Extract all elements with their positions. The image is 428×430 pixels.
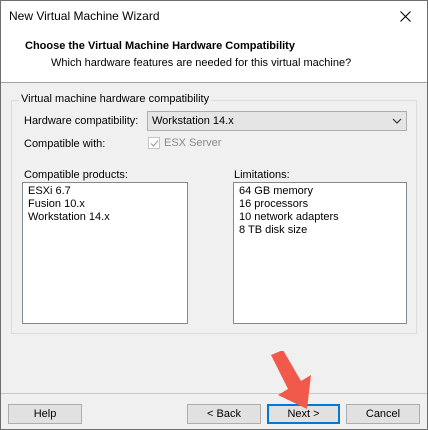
group-legend: Virtual machine hardware compatibility (19, 93, 212, 105)
compatible-products-list[interactable]: ESXi 6.7 Fusion 10.x Workstation 14.x (22, 182, 188, 324)
red-pointer-arrow-icon (271, 351, 311, 409)
help-button[interactable]: Help (8, 404, 82, 424)
hardware-compatibility-select[interactable]: Workstation 14.x (147, 111, 407, 131)
list-item: Fusion 10.x (28, 198, 85, 210)
cancel-button[interactable]: Cancel (346, 404, 420, 424)
esx-server-checkbox (148, 137, 160, 149)
back-button[interactable]: < Back (187, 404, 261, 424)
compatible-with-label: Compatible with: (24, 138, 106, 150)
close-icon (399, 10, 411, 22)
checkmark-icon (150, 139, 159, 147)
limitations-list[interactable]: 64 GB memory 16 processors 10 network ad… (233, 182, 407, 324)
footer-separator (1, 393, 427, 394)
esx-server-label: ESX Server (164, 137, 222, 149)
hardware-compatibility-label: Hardware compatibility: (24, 115, 139, 127)
close-button[interactable] (383, 1, 427, 31)
header-subtitle: Which hardware features are needed for t… (51, 57, 352, 69)
chevron-down-icon (392, 118, 402, 124)
list-item: 64 GB memory (239, 185, 313, 197)
esx-server-option: ESX Server (148, 137, 221, 149)
compatible-products-label: Compatible products: (24, 169, 128, 181)
title-bar: New Virtual Machine Wizard (1, 1, 427, 31)
hardware-compatibility-value: Workstation 14.x (152, 115, 234, 127)
list-item: 8 TB disk size (239, 224, 308, 236)
window-title: New Virtual Machine Wizard (9, 9, 160, 23)
list-item: ESXi 6.7 (28, 185, 71, 197)
wizard-header: Choose the Virtual Machine Hardware Comp… (1, 31, 427, 83)
list-item: 16 processors (239, 198, 309, 210)
header-title: Choose the Virtual Machine Hardware Comp… (25, 40, 295, 52)
list-item: Workstation 14.x (28, 211, 110, 223)
wizard-window: New Virtual Machine Wizard Choose the Vi… (0, 0, 428, 430)
list-item: 10 network adapters (239, 211, 339, 223)
limitations-label: Limitations: (234, 169, 290, 181)
